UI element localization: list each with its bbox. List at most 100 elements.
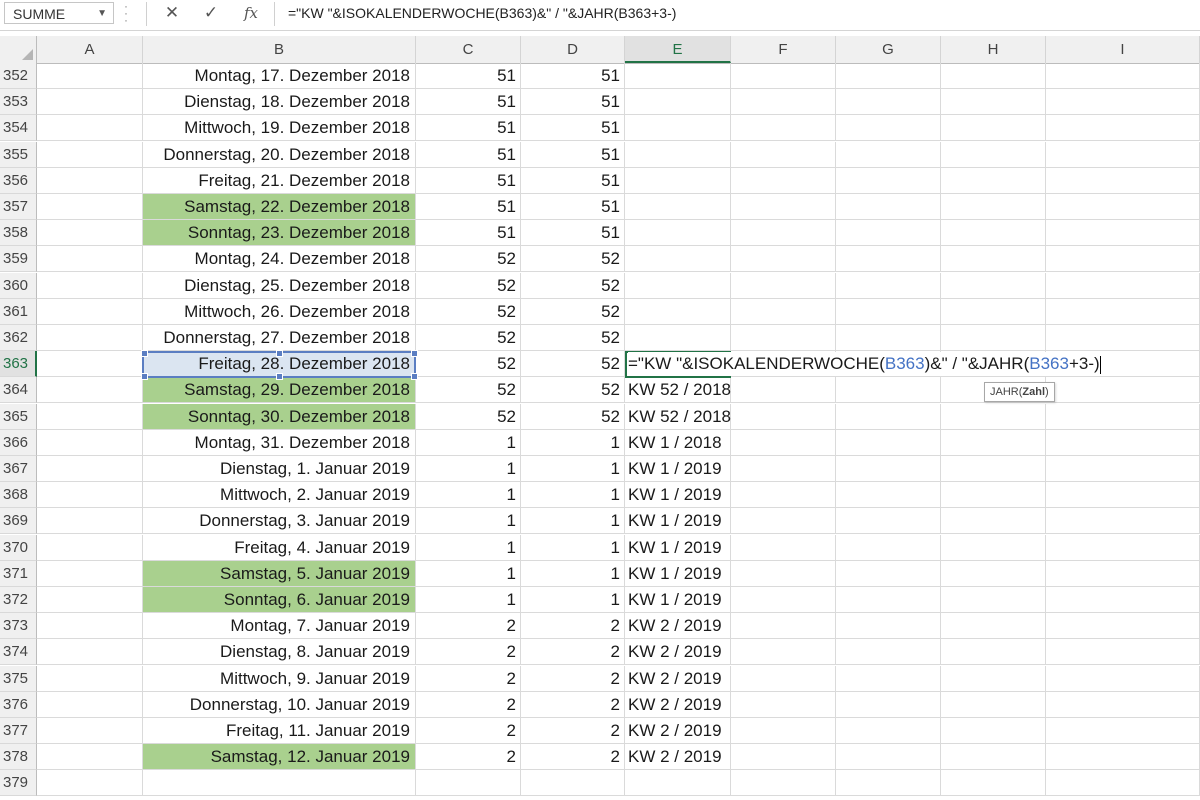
cell-f369[interactable] <box>731 508 836 535</box>
cell-d359[interactable]: 52 <box>521 246 625 273</box>
cell-f352[interactable] <box>731 63 836 89</box>
cell-i378[interactable] <box>1046 744 1200 771</box>
chevron-down-icon[interactable]: ▼ <box>97 3 107 25</box>
cell-c353[interactable]: 51 <box>416 89 521 116</box>
cell-i370[interactable] <box>1046 534 1200 561</box>
cell-h371[interactable] <box>941 560 1046 587</box>
cell-e358[interactable] <box>625 220 731 247</box>
cell-i368[interactable] <box>1046 482 1200 509</box>
cell-h367[interactable] <box>941 456 1046 482</box>
cell-d356[interactable]: 51 <box>521 167 625 194</box>
cell-f354[interactable] <box>731 115 836 142</box>
cell-d364[interactable]: 52 <box>521 377 625 404</box>
cell-i371[interactable] <box>1046 560 1200 587</box>
cell-e360[interactable] <box>625 272 731 299</box>
cell-i375[interactable] <box>1046 665 1200 692</box>
cell-e356[interactable] <box>625 167 731 194</box>
cell-d360[interactable]: 52 <box>521 272 625 299</box>
cell-h355[interactable] <box>941 141 1046 168</box>
cell-g364[interactable] <box>836 377 941 404</box>
cell-c354[interactable]: 51 <box>416 115 521 142</box>
cell-c373[interactable]: 2 <box>416 613 521 640</box>
cell-e370[interactable]: KW 1 / 2019 <box>625 534 731 561</box>
cell-b353[interactable]: Dienstag, 18. Dezember 2018 <box>143 89 416 116</box>
cell-i373[interactable] <box>1046 613 1200 640</box>
cell-i357[interactable] <box>1046 194 1200 220</box>
cell-a363[interactable] <box>37 351 143 378</box>
cell-g377[interactable] <box>836 718 941 744</box>
cell-b358[interactable]: Sonntag, 23. Dezember 2018 <box>143 220 416 247</box>
cell-f356[interactable] <box>731 167 836 194</box>
cell-a366[interactable] <box>37 429 143 456</box>
cell-f364[interactable] <box>731 377 836 404</box>
cell-g357[interactable] <box>836 194 941 220</box>
cell-a357[interactable] <box>37 194 143 220</box>
row-header[interactable]: 356 <box>0 167 37 194</box>
row-header[interactable]: 378 <box>0 744 37 771</box>
cell-e362[interactable] <box>625 325 731 351</box>
row-header[interactable]: 358 <box>0 220 37 247</box>
cell-d374[interactable]: 2 <box>521 639 625 666</box>
cell-a352[interactable] <box>37 63 143 89</box>
formula-input[interactable]: ="KW "&ISOKALENDERWOCHE(B363)&" / "&JAHR… <box>288 0 676 28</box>
cell-g362[interactable] <box>836 325 941 351</box>
cell-g359[interactable] <box>836 246 941 273</box>
cell-c377[interactable]: 2 <box>416 718 521 744</box>
cell-f372[interactable] <box>731 587 836 613</box>
cell-i353[interactable] <box>1046 89 1200 116</box>
row-header[interactable]: 362 <box>0 325 37 351</box>
cell-d365[interactable]: 52 <box>521 403 625 430</box>
cell-d361[interactable]: 52 <box>521 298 625 325</box>
cell-f357[interactable] <box>731 194 836 220</box>
cell-i356[interactable] <box>1046 167 1200 194</box>
cell-f361[interactable] <box>731 298 836 325</box>
cell-c361[interactable]: 52 <box>416 298 521 325</box>
cell-g368[interactable] <box>836 482 941 509</box>
cell-h356[interactable] <box>941 167 1046 194</box>
cell-h362[interactable] <box>941 325 1046 351</box>
drag-handle-icon[interactable]: · · · <box>124 0 134 26</box>
cell-i367[interactable] <box>1046 456 1200 482</box>
cell-e361[interactable] <box>625 298 731 325</box>
cell-g358[interactable] <box>836 220 941 247</box>
cell-a375[interactable] <box>37 665 143 692</box>
cell-b357[interactable]: Samstag, 22. Dezember 2018 <box>143 194 416 220</box>
column-header-a[interactable]: A <box>37 36 143 63</box>
cell-d368[interactable]: 1 <box>521 482 625 509</box>
cell-b376[interactable]: Donnerstag, 10. Januar 2019 <box>143 691 416 718</box>
select-all-button[interactable] <box>0 36 37 63</box>
cell-e376[interactable]: KW 2 / 2019 <box>625 691 731 718</box>
cell-i361[interactable] <box>1046 298 1200 325</box>
cell-c365[interactable]: 52 <box>416 403 521 430</box>
cell-e352[interactable] <box>625 63 731 89</box>
cell-d371[interactable]: 1 <box>521 560 625 587</box>
cell-c378[interactable]: 2 <box>416 744 521 771</box>
cell-f368[interactable] <box>731 482 836 509</box>
cell-e369[interactable]: KW 1 / 2019 <box>625 508 731 535</box>
column-header-e[interactable]: E <box>625 36 731 63</box>
cell-h361[interactable] <box>941 298 1046 325</box>
cell-h368[interactable] <box>941 482 1046 509</box>
cell-g360[interactable] <box>836 272 941 299</box>
column-header-f[interactable]: F <box>731 36 836 63</box>
cell-c359[interactable]: 52 <box>416 246 521 273</box>
cell-f370[interactable] <box>731 534 836 561</box>
cell-d376[interactable]: 2 <box>521 691 625 718</box>
cell-g374[interactable] <box>836 639 941 666</box>
column-header-b[interactable]: B <box>143 36 416 63</box>
cell-b368[interactable]: Mittwoch, 2. Januar 2019 <box>143 482 416 509</box>
cell-e377[interactable]: KW 2 / 2019 <box>625 718 731 744</box>
cell-a377[interactable] <box>37 718 143 744</box>
row-header[interactable]: 375 <box>0 665 37 692</box>
cell-a362[interactable] <box>37 325 143 351</box>
cell-b370[interactable]: Freitag, 4. Januar 2019 <box>143 534 416 561</box>
row-header[interactable]: 366 <box>0 429 37 456</box>
cell-e364[interactable]: KW 52 / 2018 <box>625 377 731 404</box>
row-header[interactable]: 359 <box>0 246 37 273</box>
cell-g361[interactable] <box>836 298 941 325</box>
cell-f376[interactable] <box>731 691 836 718</box>
cell-a353[interactable] <box>37 89 143 116</box>
cell-e373[interactable]: KW 2 / 2019 <box>625 613 731 640</box>
cell-h372[interactable] <box>941 587 1046 613</box>
cell-b375[interactable]: Mittwoch, 9. Januar 2019 <box>143 665 416 692</box>
